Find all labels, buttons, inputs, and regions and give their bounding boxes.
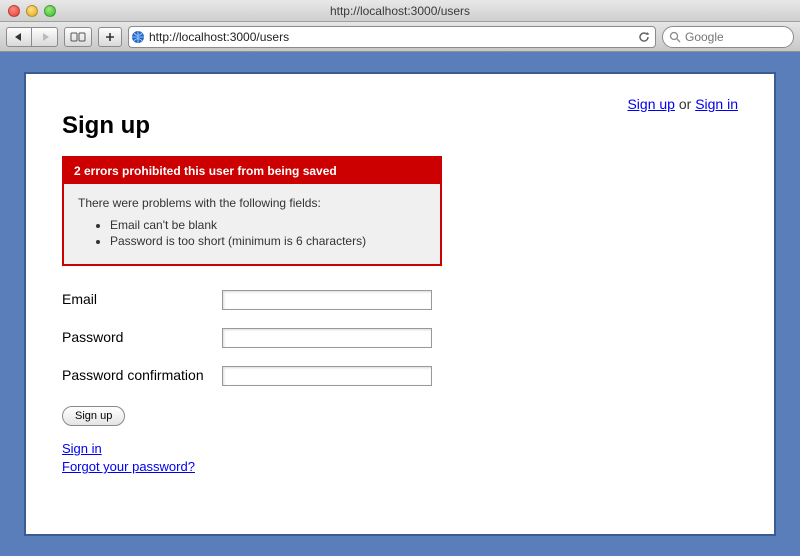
email-field[interactable] — [222, 290, 432, 310]
error-item: Email can't be blank — [110, 218, 426, 232]
browser-toolbar — [0, 22, 800, 52]
error-intro: There were problems with the following f… — [78, 196, 426, 210]
signup-button[interactable]: Sign up — [62, 406, 125, 426]
page-content: Sign up or Sign in Sign up 2 errors proh… — [24, 72, 776, 536]
window-title: http://localhost:3000/users — [0, 4, 800, 18]
back-button[interactable] — [6, 27, 32, 47]
email-label: Email — [62, 290, 222, 308]
window-zoom-button[interactable] — [44, 5, 56, 17]
search-icon — [669, 31, 681, 43]
tab-overview-button[interactable] — [64, 27, 92, 47]
password-confirmation-field[interactable] — [222, 366, 432, 386]
top-nav: Sign up or Sign in — [627, 96, 738, 112]
address-bar[interactable] — [128, 26, 656, 48]
page-viewport: Sign up or Sign in Sign up 2 errors proh… — [0, 52, 800, 556]
error-item: Password is too short (minimum is 6 char… — [110, 234, 426, 248]
error-explanation: 2 errors prohibited this user from being… — [62, 156, 442, 266]
forgot-password-link[interactable]: Forgot your password? — [62, 459, 195, 474]
search-input[interactable] — [685, 30, 785, 44]
top-signin-link[interactable]: Sign in — [695, 96, 738, 112]
signin-link[interactable]: Sign in — [62, 441, 102, 456]
auth-links: Sign in Forgot your password? — [62, 440, 738, 476]
plus-icon — [105, 32, 115, 42]
password-field[interactable] — [222, 328, 432, 348]
error-list: Email can't be blank Password is too sho… — [78, 218, 426, 248]
page-title: Sign up — [62, 112, 738, 140]
window-titlebar: http://localhost:3000/users — [0, 0, 800, 22]
top-signup-link[interactable]: Sign up — [627, 96, 674, 112]
reload-icon[interactable] — [637, 30, 651, 44]
error-header: 2 errors prohibited this user from being… — [64, 158, 440, 184]
add-bookmark-button[interactable] — [98, 27, 122, 47]
forward-button[interactable] — [32, 27, 58, 47]
window-minimize-button[interactable] — [26, 5, 38, 17]
window-close-button[interactable] — [8, 5, 20, 17]
password-label: Password — [62, 328, 222, 346]
globe-icon — [131, 30, 145, 44]
url-input[interactable] — [149, 30, 633, 44]
triangle-right-icon — [40, 32, 50, 42]
top-nav-separator: or — [675, 96, 695, 112]
book-icon — [70, 31, 86, 43]
search-bar[interactable] — [662, 26, 794, 48]
password-confirmation-label: Password confirmation — [62, 366, 222, 384]
triangle-left-icon — [14, 32, 24, 42]
